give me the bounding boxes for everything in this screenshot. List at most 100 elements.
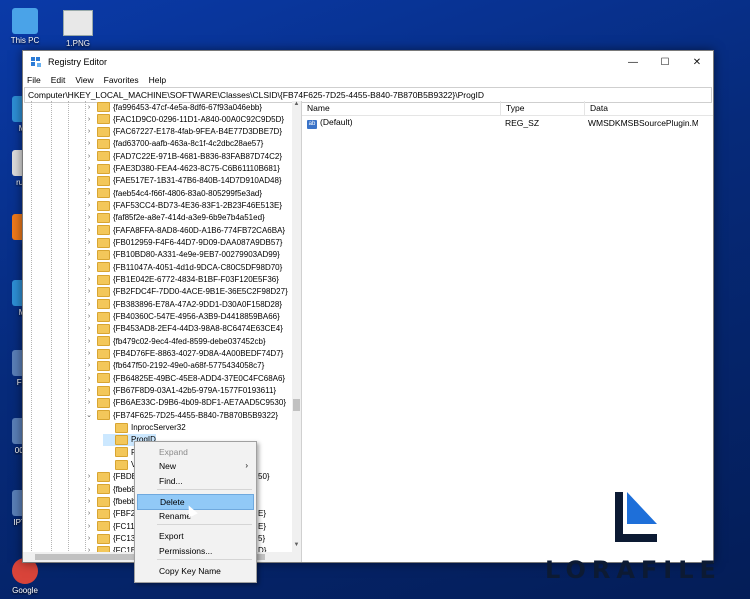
menu-item-copy-key-name[interactable]: Copy Key Name: [137, 564, 254, 578]
tree-node[interactable]: › {FB012959-F4F6-44D7-9D09-DAA087A9DB57}: [85, 237, 282, 249]
column-data[interactable]: Data: [585, 101, 700, 115]
tree-node[interactable]: › {FB6AE33C-D9B6-4b09-8DF1-AE7AAD5C9530}: [85, 397, 286, 409]
chevron-right-icon[interactable]: ›: [85, 104, 93, 111]
desktop-shortcut[interactable]: This PC: [4, 8, 46, 45]
tree-node[interactable]: › {fa996453-47cf-4e5a-8df6-67f93a046ebb}: [85, 101, 262, 113]
chevron-right-icon[interactable]: ›: [85, 498, 93, 505]
tree-node[interactable]: › {fad63700-aafb-463a-8c1f-4c2dbc28ae57}: [85, 138, 263, 150]
computer-icon: [12, 8, 38, 34]
menu-item-label: Permissions...: [159, 546, 213, 556]
chevron-right-icon[interactable]: ›: [85, 288, 93, 295]
menu-favorites[interactable]: Favorites: [104, 75, 139, 85]
desktop-shortcut[interactable]: Google: [4, 558, 46, 595]
chevron-right-icon[interactable]: ›: [85, 301, 93, 308]
chevron-right-icon[interactable]: ›: [85, 362, 93, 369]
menu-item-find[interactable]: Find...: [137, 474, 254, 488]
chevron-right-icon[interactable]: ›: [85, 140, 93, 147]
chevron-right-icon[interactable]: ›: [85, 190, 93, 197]
chevron-right-icon[interactable]: ›: [85, 399, 93, 406]
value-row[interactable]: ab (Default) REG_SZ WMSDKMSBSourcePlugin.…: [302, 116, 713, 129]
chevron-right-icon[interactable]: ›: [85, 128, 93, 135]
tree-node[interactable]: › {FB383896-E78A-47A2-9DD1-D30A0F158D28}: [85, 298, 282, 310]
tree-node[interactable]: › {FB1E042E-6772-4834-B1BF-F03F120E5F36}: [85, 274, 279, 286]
tree-node-label: {FAF53CC4-BD73-4E36-83F1-2B23F46E513E}: [113, 201, 282, 211]
chevron-right-icon[interactable]: ›: [85, 523, 93, 530]
tree-node[interactable]: › {FB2FDC4F-7DD0-4ACE-9B1E-36E5C2F98D27}: [85, 286, 288, 298]
tree-node[interactable]: › {FB4D76FE-8863-4027-9D8A-4A00BEDF74D7}: [85, 348, 283, 360]
chevron-right-icon[interactable]: ›: [85, 116, 93, 123]
tree-node-label-tail: E}: [258, 509, 267, 519]
chevron-right-icon[interactable]: ›: [85, 202, 93, 209]
tree-node[interactable]: › {FAE3D380-FEA4-4623-8C75-C6B61110B681}: [85, 163, 280, 175]
chevron-right-icon[interactable]: ›: [85, 510, 93, 517]
scroll-thumb[interactable]: [293, 399, 300, 411]
title-bar[interactable]: Registry Editor — ☐ ✕: [23, 51, 713, 73]
chevron-right-icon[interactable]: ›: [85, 251, 93, 258]
chevron-right-icon[interactable]: ›: [85, 165, 93, 172]
chevron-right-icon[interactable]: ›: [85, 153, 93, 160]
tree-node[interactable]: › {FAD7C22E-971B-4681-B836-83FAB87D74C2}: [85, 150, 282, 162]
tree-node[interactable]: › {FAF53CC4-BD73-4E36-83F1-2B23F46E513E}: [85, 200, 282, 212]
tree-node[interactable]: › {FB64825E-49BC-45E8-ADD4-37E0C4FC68A6}: [85, 372, 285, 384]
tree-node[interactable]: › {fbeb8a: [85, 483, 140, 495]
watermark-logo: LORAFILE: [545, 490, 745, 590]
menu-help[interactable]: Help: [149, 75, 166, 85]
chevron-right-icon[interactable]: ›: [85, 276, 93, 283]
maximize-button[interactable]: ☐: [649, 51, 681, 73]
chevron-right-icon[interactable]: ›: [85, 239, 93, 246]
column-type[interactable]: Type: [501, 101, 585, 115]
scroll-down-icon[interactable]: ▼: [292, 542, 301, 552]
close-button[interactable]: ✕: [681, 51, 713, 73]
chevron-right-icon[interactable]: ›: [85, 214, 93, 221]
chevron-right-icon[interactable]: ›: [85, 227, 93, 234]
tree-node-label: {fb479c02-9ec4-4fed-8599-debe037452cb}: [113, 336, 266, 346]
chevron-down-icon[interactable]: ⌄: [85, 411, 93, 419]
tree-node[interactable]: InprocServer32: [103, 422, 186, 434]
tree-node[interactable]: › {FAE517E7-1B31-47B6-840B-14D7D910AD48}: [85, 175, 282, 187]
folder-icon: [97, 114, 110, 125]
tree-node[interactable]: › {FB10BD80-A331-4e9e-9EB7-00279903AD99}: [85, 249, 280, 261]
tree-node-label: {faf85f2e-a8e7-414d-a3e9-6b9e7b4a51ed}: [113, 213, 265, 223]
tree-node[interactable]: › {faeb54c4-f66f-4806-83a0-805299f5e3ad}: [85, 187, 262, 199]
tree-vertical-scrollbar[interactable]: ▲ ▼: [292, 101, 301, 552]
tree-node[interactable]: › {FB453AD8-2EF4-44D3-98A8-8C6474E63CE4}: [85, 323, 283, 335]
tree-node[interactable]: › {FAC67227-E178-4fab-9FEA-B4E77D3DBE7D}: [85, 126, 282, 138]
tree-node-label: {FAE3D380-FEA4-4623-8C75-C6B61110B681}: [113, 164, 280, 174]
folder-icon: [97, 249, 110, 260]
tree-node[interactable]: › {FB40360C-547E-4956-A3B9-D4418859BA66}: [85, 311, 280, 323]
chevron-right-icon[interactable]: ›: [85, 535, 93, 542]
chevron-right-icon[interactable]: ›: [85, 387, 93, 394]
tree-node[interactable]: › {faf85f2e-a8e7-414d-a3e9-6b9e7b4a51ed}: [85, 212, 265, 224]
tree-node-label: {FAD7C22E-971B-4681-B836-83FAB87D74C2}: [113, 151, 282, 161]
menu-file[interactable]: File: [27, 75, 41, 85]
minimize-button[interactable]: —: [617, 51, 649, 73]
tree-node[interactable]: ⌄ {FB74F625-7D25-4455-B840-7B870B5B9322}: [85, 409, 278, 421]
tree-guide-line: [68, 101, 69, 562]
menu-item-permissions[interactable]: Permissions...: [137, 544, 254, 558]
tree-node[interactable]: › {fb647f50-2192-49e0-a68f-5775434058c7}: [85, 360, 264, 372]
tree-node[interactable]: › {FB67F8D9-03A1-42b5-979A-1577F0193611}: [85, 385, 276, 397]
desktop-file-1png[interactable]: 1.PNG: [60, 10, 96, 48]
menu-item-new[interactable]: New ›: [137, 459, 254, 473]
scroll-up-icon[interactable]: ▲: [292, 101, 301, 111]
chevron-right-icon[interactable]: ›: [85, 486, 93, 493]
menu-item-export[interactable]: Export: [137, 529, 254, 543]
tree-node[interactable]: › {FB11047A-4051-4d1d-9DCA-C80C5DF98D70}: [85, 261, 282, 273]
chevron-right-icon[interactable]: ›: [85, 375, 93, 382]
chevron-right-icon[interactable]: ›: [85, 473, 93, 480]
chevron-right-icon[interactable]: ›: [85, 177, 93, 184]
tree-node[interactable]: › {FAC1D9C0-0296-11D1-A840-00A0C92C9D5D}: [85, 113, 284, 125]
menu-view[interactable]: View: [75, 75, 93, 85]
tree-node-label: InprocServer32: [131, 423, 186, 433]
chevron-right-icon[interactable]: ›: [85, 325, 93, 332]
values-header: Name Type Data: [302, 101, 713, 116]
chevron-right-icon[interactable]: ›: [85, 350, 93, 357]
chevron-right-icon[interactable]: ›: [85, 338, 93, 345]
tree-node[interactable]: › {FAFA8FFA-8AD8-460D-A1B6-774FB72CA6BA}: [85, 224, 285, 236]
chevron-right-icon[interactable]: ›: [85, 264, 93, 271]
menu-edit[interactable]: Edit: [51, 75, 66, 85]
column-name[interactable]: Name: [302, 101, 501, 115]
tree-node[interactable]: › {fb479c02-9ec4-4fed-8599-debe037452cb}: [85, 335, 266, 347]
tree-node[interactable]: › {fbebb7: [85, 496, 140, 508]
chevron-right-icon[interactable]: ›: [85, 313, 93, 320]
